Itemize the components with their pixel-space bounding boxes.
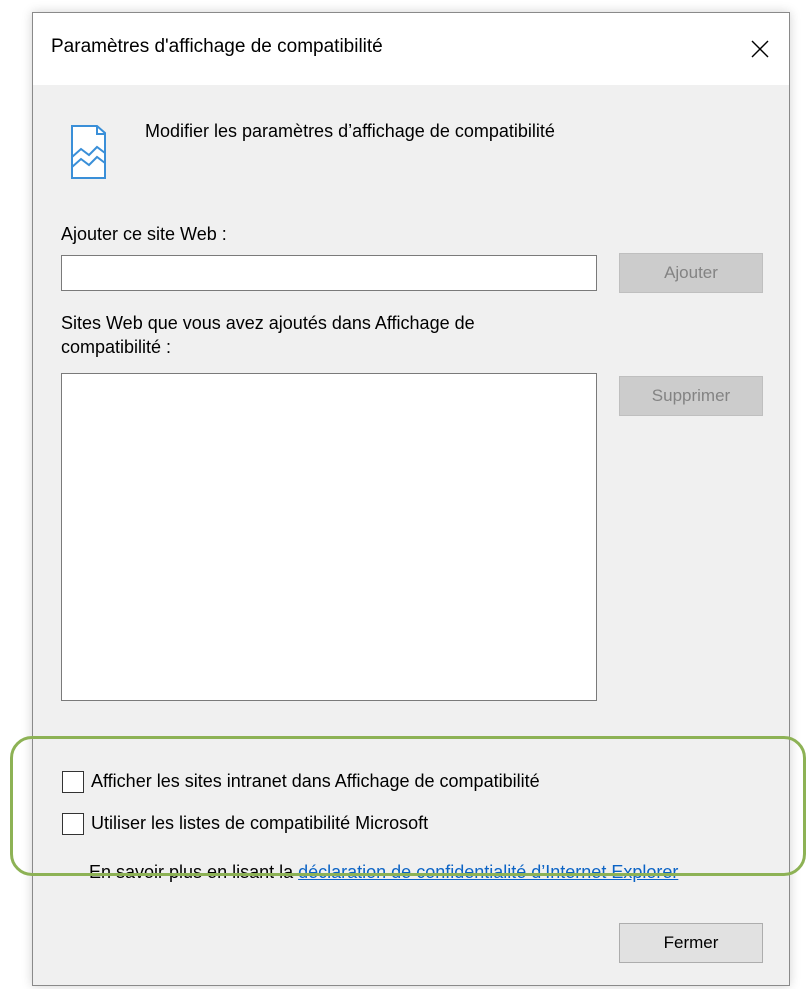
added-sites-list[interactable] xyxy=(61,373,597,701)
add-site-input[interactable] xyxy=(61,255,597,291)
compatibility-view-icon xyxy=(71,125,106,179)
intranet-checkbox[interactable] xyxy=(62,771,84,793)
add-button[interactable]: Ajouter xyxy=(619,253,763,293)
title-bar: Paramètres d'affichage de compatibilité xyxy=(33,13,789,85)
intranet-checkbox-label[interactable]: Afficher les sites intranet dans Afficha… xyxy=(91,771,540,792)
close-icon xyxy=(751,40,769,58)
header-text: Modifier les paramètres d’affichage de c… xyxy=(145,121,555,141)
close-dialog-button[interactable]: Fermer xyxy=(619,923,763,963)
dialog-title: Paramètres d'affichage de compatibilité xyxy=(51,36,383,57)
add-site-label: Ajouter ce site Web : xyxy=(61,224,227,244)
site-list-label-line1: Sites Web que vous avez ajoutés dans Aff… xyxy=(61,313,475,333)
privacy-info-prefix: En savoir plus en lisant la xyxy=(89,862,299,882)
microsoft-lists-checkbox[interactable] xyxy=(62,813,84,835)
site-list-label-line2: compatibilité : xyxy=(61,337,172,357)
privacy-statement-link[interactable]: déclaration de confidentialité d’Interne… xyxy=(298,862,678,882)
compatibility-view-dialog: Paramètres d'affichage de compatibilité … xyxy=(32,12,790,986)
remove-button[interactable]: Supprimer xyxy=(619,376,763,416)
microsoft-lists-checkbox-label[interactable]: Utiliser les listes de compatibilité Mic… xyxy=(91,813,428,834)
close-button[interactable] xyxy=(731,13,789,85)
privacy-info-text: En savoir plus en lisant la déclaration … xyxy=(89,860,749,884)
